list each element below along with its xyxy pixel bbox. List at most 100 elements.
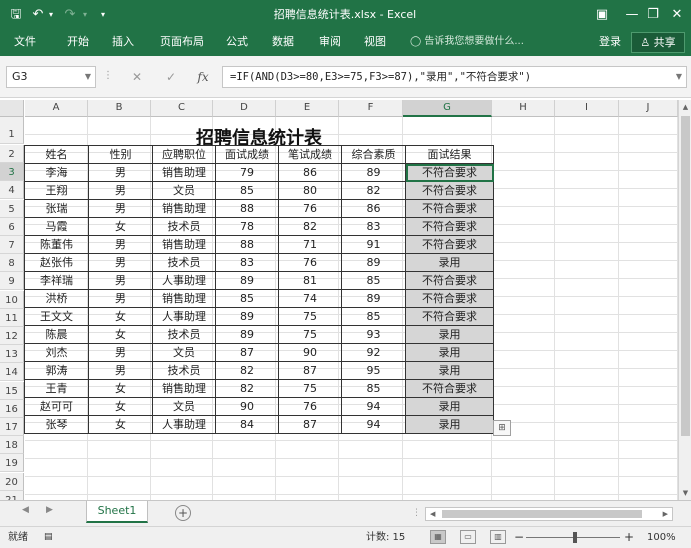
- cell-interview-score[interactable]: 90: [215, 397, 279, 416]
- cell-overall-quality[interactable]: 85: [341, 271, 406, 290]
- vertical-scroll-thumb[interactable]: [681, 116, 690, 436]
- zoom-in-button[interactable]: +: [624, 527, 634, 548]
- cell-written-score[interactable]: 87: [278, 361, 342, 380]
- cell-name[interactable]: 刘杰: [24, 343, 89, 362]
- header-position[interactable]: 应聘职位: [152, 145, 216, 164]
- column-header-g[interactable]: G: [403, 100, 492, 117]
- customize-quick-access-icon[interactable]: ▾: [98, 0, 108, 30]
- row-header-2[interactable]: 2: [0, 145, 24, 163]
- cell-overall-quality[interactable]: 85: [341, 379, 406, 398]
- header-written-score[interactable]: 笔试成绩: [278, 145, 342, 164]
- scroll-up-icon[interactable]: ▲: [679, 100, 691, 114]
- sheet-tab-sheet1[interactable]: Sheet1: [86, 501, 148, 523]
- cell-overall-quality[interactable]: 91: [341, 235, 406, 254]
- tab-view[interactable]: 视图: [364, 30, 386, 56]
- cell-interview-score[interactable]: 89: [215, 325, 279, 344]
- tab-data[interactable]: 数据: [272, 30, 294, 56]
- cell-result[interactable]: 录用: [405, 397, 494, 416]
- cell-overall-quality[interactable]: 85: [341, 307, 406, 326]
- prev-sheet-icon[interactable]: ◀: [22, 505, 29, 515]
- cell-written-score[interactable]: 82: [278, 217, 342, 236]
- header-interview-score[interactable]: 面试成绩: [215, 145, 279, 164]
- cell-written-score[interactable]: 90: [278, 343, 342, 362]
- cell-position[interactable]: 文员: [152, 397, 216, 416]
- cell-result[interactable]: 不符合要求: [405, 163, 494, 182]
- cancel-icon[interactable]: ✕: [126, 66, 148, 88]
- scroll-left-icon[interactable]: ◀: [430, 508, 435, 520]
- cell-gender[interactable]: 女: [88, 217, 153, 236]
- cell-gender[interactable]: 男: [88, 235, 153, 254]
- cell-gender[interactable]: 男: [88, 163, 153, 182]
- tab-formulas[interactable]: 公式: [226, 30, 248, 56]
- header-name[interactable]: 姓名: [24, 145, 89, 164]
- row-header-1[interactable]: 1: [0, 117, 24, 144]
- cell-result[interactable]: 录用: [405, 415, 494, 434]
- horizontal-scroll-thumb[interactable]: [442, 510, 642, 518]
- cell-interview-score[interactable]: 88: [215, 235, 279, 254]
- chevron-down-icon[interactable]: ▼: [85, 67, 91, 87]
- cell-result[interactable]: 不符合要求: [405, 271, 494, 290]
- row-header-14[interactable]: 14: [0, 363, 24, 382]
- cell-position[interactable]: 技术员: [152, 253, 216, 272]
- cell-overall-quality[interactable]: 86: [341, 199, 406, 218]
- cell-position[interactable]: 销售助理: [152, 199, 216, 218]
- undo-icon[interactable]: ↶: [30, 0, 46, 30]
- cell-position[interactable]: 技术员: [152, 217, 216, 236]
- column-header-e[interactable]: E: [276, 100, 339, 117]
- macro-record-icon[interactable]: ▤: [44, 527, 53, 548]
- close-icon[interactable]: ✕: [662, 0, 691, 30]
- cell-written-score[interactable]: 76: [278, 199, 342, 218]
- cell-position[interactable]: 销售助理: [152, 235, 216, 254]
- cell-overall-quality[interactable]: 95: [341, 361, 406, 380]
- cell-name[interactable]: 王文文: [24, 307, 89, 326]
- cell-position[interactable]: 人事助理: [152, 307, 216, 326]
- horizontal-scrollbar[interactable]: ◀ ▶: [425, 507, 673, 521]
- cell-gender[interactable]: 女: [88, 415, 153, 434]
- undo-dropdown-icon[interactable]: ▾: [46, 0, 56, 30]
- cell-interview-score[interactable]: 83: [215, 253, 279, 272]
- cell-result[interactable]: 不符合要求: [405, 379, 494, 398]
- next-sheet-icon[interactable]: ▶: [46, 505, 53, 515]
- row-header-5[interactable]: 5: [0, 199, 24, 218]
- column-header-d[interactable]: D: [213, 100, 276, 117]
- cell-name[interactable]: 王翔: [24, 181, 89, 200]
- cell-result[interactable]: 录用: [405, 361, 494, 380]
- cell-written-score[interactable]: 76: [278, 397, 342, 416]
- cell-gender[interactable]: 男: [88, 343, 153, 362]
- page-break-view-icon[interactable]: ▥: [490, 530, 506, 544]
- cell-written-score[interactable]: 75: [278, 379, 342, 398]
- expand-formula-icon[interactable]: ▼: [676, 67, 682, 87]
- cell-interview-score[interactable]: 78: [215, 217, 279, 236]
- cell-name[interactable]: 李祥瑞: [24, 271, 89, 290]
- save-icon[interactable]: 🖫: [8, 0, 24, 30]
- row-header-8[interactable]: 8: [0, 254, 24, 273]
- cell-gender[interactable]: 男: [88, 289, 153, 308]
- page-layout-view-icon[interactable]: ▭: [460, 530, 476, 544]
- row-header-20[interactable]: 20: [0, 472, 24, 491]
- cell-gender[interactable]: 男: [88, 361, 153, 380]
- column-header-c[interactable]: C: [151, 100, 213, 117]
- column-header-f[interactable]: F: [339, 100, 403, 117]
- row-header-10[interactable]: 10: [0, 290, 24, 309]
- row-header-12[interactable]: 12: [0, 327, 24, 345]
- cell-gender[interactable]: 男: [88, 181, 153, 200]
- row-header-19[interactable]: 19: [0, 454, 24, 473]
- row-header-13[interactable]: 13: [0, 345, 24, 364]
- enter-icon[interactable]: ✓: [160, 66, 182, 88]
- cell-result[interactable]: 不符合要求: [405, 235, 494, 254]
- zoom-level[interactable]: 100%: [647, 527, 676, 548]
- cell-name[interactable]: 赵可可: [24, 397, 89, 416]
- row-header-18[interactable]: 18: [0, 436, 24, 455]
- row-header-21[interactable]: 21: [0, 490, 24, 500]
- add-sheet-icon[interactable]: +: [175, 505, 191, 521]
- cell-position[interactable]: 技术员: [152, 361, 216, 380]
- cell-written-score[interactable]: 75: [278, 325, 342, 344]
- cell-written-score[interactable]: 86: [278, 163, 342, 182]
- scroll-down-icon[interactable]: ▼: [679, 486, 691, 500]
- row-header-11[interactable]: 11: [0, 308, 24, 327]
- cell-interview-score[interactable]: 88: [215, 199, 279, 218]
- vertical-scrollbar[interactable]: ▲ ▼: [678, 100, 691, 500]
- cell-overall-quality[interactable]: 89: [341, 163, 406, 182]
- cell-written-score[interactable]: 75: [278, 307, 342, 326]
- normal-view-icon[interactable]: ▦: [430, 530, 446, 544]
